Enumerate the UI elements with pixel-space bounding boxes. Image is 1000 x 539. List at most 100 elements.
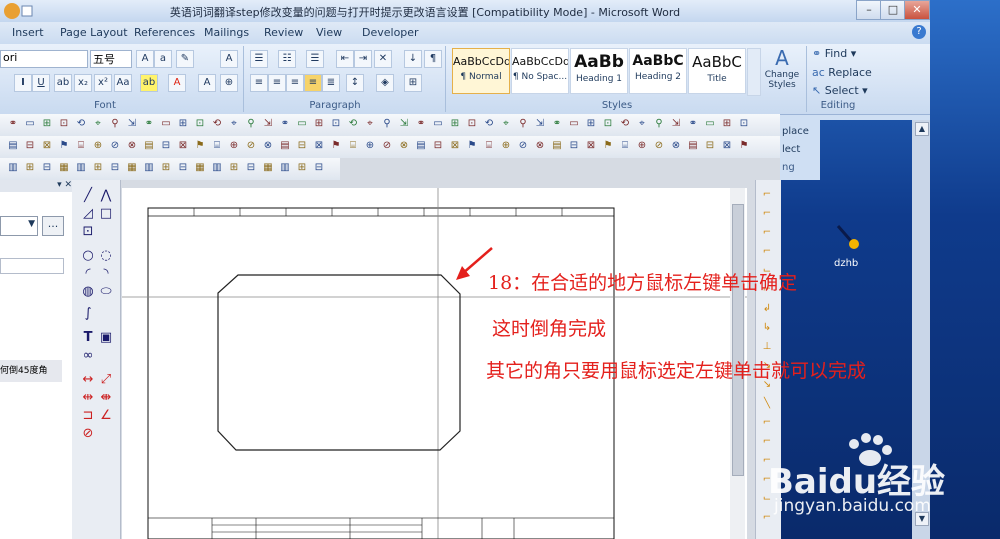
help-icon[interactable]: ? [912,25,926,39]
rectangle-tool-icon[interactable]: □ [98,206,114,222]
toolbar-tool-icon[interactable]: ▤ [142,139,156,153]
superscript-icon[interactable]: x² [94,74,112,92]
toolbar-tool-icon[interactable]: ⊕ [635,139,649,153]
tab-references[interactable]: References [134,26,195,39]
toolbar-tool-icon[interactable]: ▦ [125,161,139,175]
grow-font-icon[interactable]: A [136,50,154,68]
image-tool-icon[interactable]: ▣ [98,330,114,346]
circle-3pt-tool-icon[interactable]: ◌ [98,248,114,264]
scroll-down-button[interactable]: ▼ [915,512,929,526]
radius-dim-tool-icon[interactable]: ⊘ [80,426,96,442]
toolbar-tool-icon[interactable]: ⊡ [465,117,479,131]
arc-3pt-tool-icon[interactable]: ◝ [98,266,114,282]
line-tool-icon[interactable]: ╱ [80,188,96,204]
find-button[interactable]: ⚭ Find ▾ [812,47,856,60]
toolbar-tool-icon[interactable]: ⊗ [533,139,547,153]
tab-view[interactable]: View [316,26,342,39]
enclose-char-icon[interactable]: ⊕ [220,74,238,92]
constraint-tool-icon[interactable]: ⌐ [760,416,774,430]
panel-ellipsis-button[interactable]: ... [42,216,64,236]
text-tool-icon[interactable]: T [80,330,96,346]
toolbar-tool-icon[interactable]: ⊕ [363,139,377,153]
strikethrough-icon[interactable]: ab [54,74,72,92]
scroll-up-button[interactable]: ▲ [915,122,929,136]
align-center-icon[interactable]: ≡ [268,74,286,92]
ellipse-tool-icon[interactable]: ⬭ [98,284,114,300]
toolbar-tool-icon[interactable]: ⊘ [244,139,258,153]
toolbar-tool-icon[interactable]: ▤ [6,139,20,153]
toolbar-tool-icon[interactable]: ⚑ [329,139,343,153]
style-heading-2[interactable]: AaBbC Heading 2 [629,48,687,94]
toolbar-tool-icon[interactable]: ⌖ [363,117,377,131]
toolbar-tool-icon[interactable]: ⊕ [227,139,241,153]
toolbar-tool-icon[interactable]: ⊠ [40,139,54,153]
ordinate-dim-tool-icon[interactable]: ⊐ [80,408,96,424]
toolbar-tool-icon[interactable]: ⊗ [669,139,683,153]
toolbar-tool-icon[interactable]: ⚲ [108,117,122,131]
toolbar-tool-icon[interactable]: ⊟ [244,161,258,175]
line-spacing-icon[interactable]: ↕ [346,74,364,92]
toolbar-tool-icon[interactable]: ▭ [431,117,445,131]
toolbar-tool-icon[interactable]: ▭ [23,117,37,131]
toolbar-tool-icon[interactable]: ⊞ [295,161,309,175]
baseline-dim-tool-icon[interactable]: ⇹ [80,390,96,406]
toolbar-tool-icon[interactable]: ▦ [193,161,207,175]
tab-insert[interactable]: Insert [12,26,44,39]
toolbar-tool-icon[interactable]: ⊟ [23,139,37,153]
constraint-tool-icon[interactable]: ⌐ [760,226,774,240]
toolbar-tool-icon[interactable]: ⊗ [397,139,411,153]
underline-icon[interactable]: U [32,74,50,92]
toolbar-tool-icon[interactable]: ⌖ [227,117,241,131]
bold-icon[interactable]: I [14,74,32,92]
toolbar-tool-icon[interactable]: ⊞ [448,117,462,131]
toolbar-tool-icon[interactable]: ⊟ [176,161,190,175]
font-name-box[interactable]: ori [0,50,88,68]
toolbar-tool-icon[interactable]: ⟲ [618,117,632,131]
linear-dim-tool-icon[interactable]: ↔ [80,372,96,388]
toolbar-tool-icon[interactable]: ⚲ [652,117,666,131]
toolbar-tool-icon[interactable]: ⚑ [601,139,615,153]
sort-icon[interactable]: ↓ [404,50,422,68]
toolbar-tool-icon[interactable]: ⚲ [516,117,530,131]
toolbar-tool-icon[interactable]: ⊠ [176,139,190,153]
toolbar-tool-icon[interactable]: ▥ [210,161,224,175]
tab-page-layout[interactable]: Page Layout [60,26,128,39]
toolbar-tool-icon[interactable]: ▤ [414,139,428,153]
subscript-icon[interactable]: x₂ [74,74,92,92]
decrease-indent-icon[interactable]: ⇤ [336,50,354,68]
toolbar-tool-icon[interactable]: ⚭ [6,117,20,131]
toolbar-tool-icon[interactable]: ⚑ [57,139,71,153]
toolbar-tool-icon[interactable]: ▭ [295,117,309,131]
polyline-tool-icon[interactable]: ⋀ [98,188,114,204]
toolbar-tool-icon[interactable]: ⊟ [40,161,54,175]
constraint-tool-icon[interactable]: ↲ [760,302,774,316]
toolbar-tool-icon[interactable]: ⊠ [448,139,462,153]
toolbar-tool-icon[interactable]: ⟲ [346,117,360,131]
asian-layout-icon[interactable]: ✕ [374,50,392,68]
constraint-tool-icon[interactable]: ⌐ [760,188,774,202]
toolbar-tool-icon[interactable]: ⌸ [346,139,360,153]
toolbar-tool-icon[interactable]: ⌸ [210,139,224,153]
style-normal[interactable]: AaBbCcDd ¶ Normal [452,48,510,94]
borders-icon[interactable]: ⊞ [404,74,422,92]
toolbar-tool-icon[interactable]: ⊗ [261,139,275,153]
toolbar-tool-icon[interactable]: ⚭ [550,117,564,131]
constraint-tool-icon[interactable]: ⌐ [760,207,774,221]
toolbar-tool-icon[interactable]: ⊘ [516,139,530,153]
tab-developer[interactable]: Developer [362,26,419,39]
shrink-font-icon[interactable]: a [154,50,172,68]
toolbar-tool-icon[interactable]: ▤ [686,139,700,153]
hyperlink-tool-icon[interactable]: ∞ [80,348,96,364]
arc-tool-icon[interactable]: ◜ [80,266,96,282]
toolbar-tool-icon[interactable]: ⊟ [159,139,173,153]
toolbar-tool-icon[interactable]: ⊞ [227,161,241,175]
toolbar-tool-icon[interactable]: ⚭ [686,117,700,131]
toolbar-tool-icon[interactable]: ⇲ [533,117,547,131]
toolbar-tool-icon[interactable]: ▥ [142,161,156,175]
toolbar-tool-icon[interactable]: ⌸ [74,139,88,153]
toolbar-tool-icon[interactable]: ⊞ [584,117,598,131]
toolbar-tool-icon[interactable]: ⊘ [380,139,394,153]
chain-dim-tool-icon[interactable]: ⇼ [98,390,114,406]
toolbar-tool-icon[interactable]: ⟲ [482,117,496,131]
constraint-tool-icon[interactable]: ↳ [760,321,774,335]
